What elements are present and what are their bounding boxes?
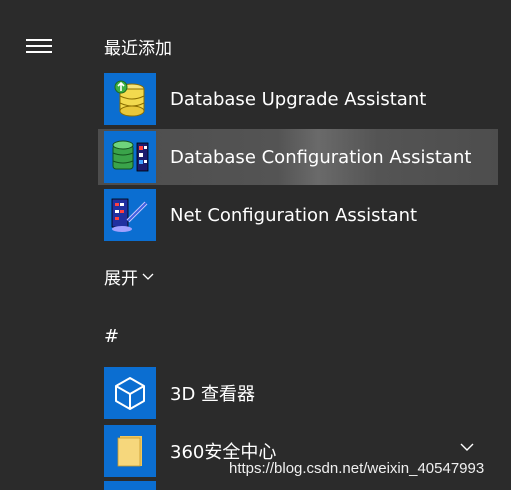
app-tile [104, 131, 156, 183]
app-tile [104, 73, 156, 125]
3d-cube-icon [115, 377, 145, 410]
app-label: Net Configuration Assistant [170, 204, 418, 226]
start-menu: 最近添加 Database Upgrade Assistant Database… [0, 0, 511, 490]
expand-label: 展开 [104, 269, 138, 289]
chevron-down-icon[interactable] [460, 443, 474, 452]
hamburger-line [26, 39, 52, 41]
app-tile [104, 189, 156, 241]
app-label: 3D 查看器 [170, 384, 256, 405]
database-configuration-icon [112, 140, 149, 172]
app-item-partial[interactable] [98, 481, 498, 490]
chevron-down-icon [142, 273, 154, 280]
watermark-text: https://blog.csdn.net/weixin_40547993 [229, 460, 485, 477]
app-tile [104, 367, 156, 419]
app-tile [104, 481, 156, 490]
app-label: Database Configuration Assistant [170, 146, 472, 168]
app-tile [104, 425, 156, 477]
hamburger-line [26, 45, 52, 47]
section-recently-added: 最近添加 [104, 39, 172, 59]
app-3d-viewer[interactable]: 3D 查看器 [98, 365, 498, 421]
folder-icon [117, 436, 142, 467]
app-database-upgrade-assistant[interactable]: Database Upgrade Assistant [98, 71, 498, 127]
database-upgrade-icon [114, 80, 145, 117]
net-configuration-icon [111, 198, 148, 232]
hamburger-line [26, 51, 52, 53]
app-net-configuration-assistant[interactable]: Net Configuration Assistant [98, 187, 498, 243]
section-hash: # [104, 326, 120, 347]
app-label: Database Upgrade Assistant [170, 88, 427, 110]
hamburger-menu-icon[interactable] [26, 37, 52, 55]
expand-button[interactable]: 展开 [104, 264, 154, 289]
app-database-configuration-assistant[interactable]: Database Configuration Assistant [98, 129, 498, 185]
